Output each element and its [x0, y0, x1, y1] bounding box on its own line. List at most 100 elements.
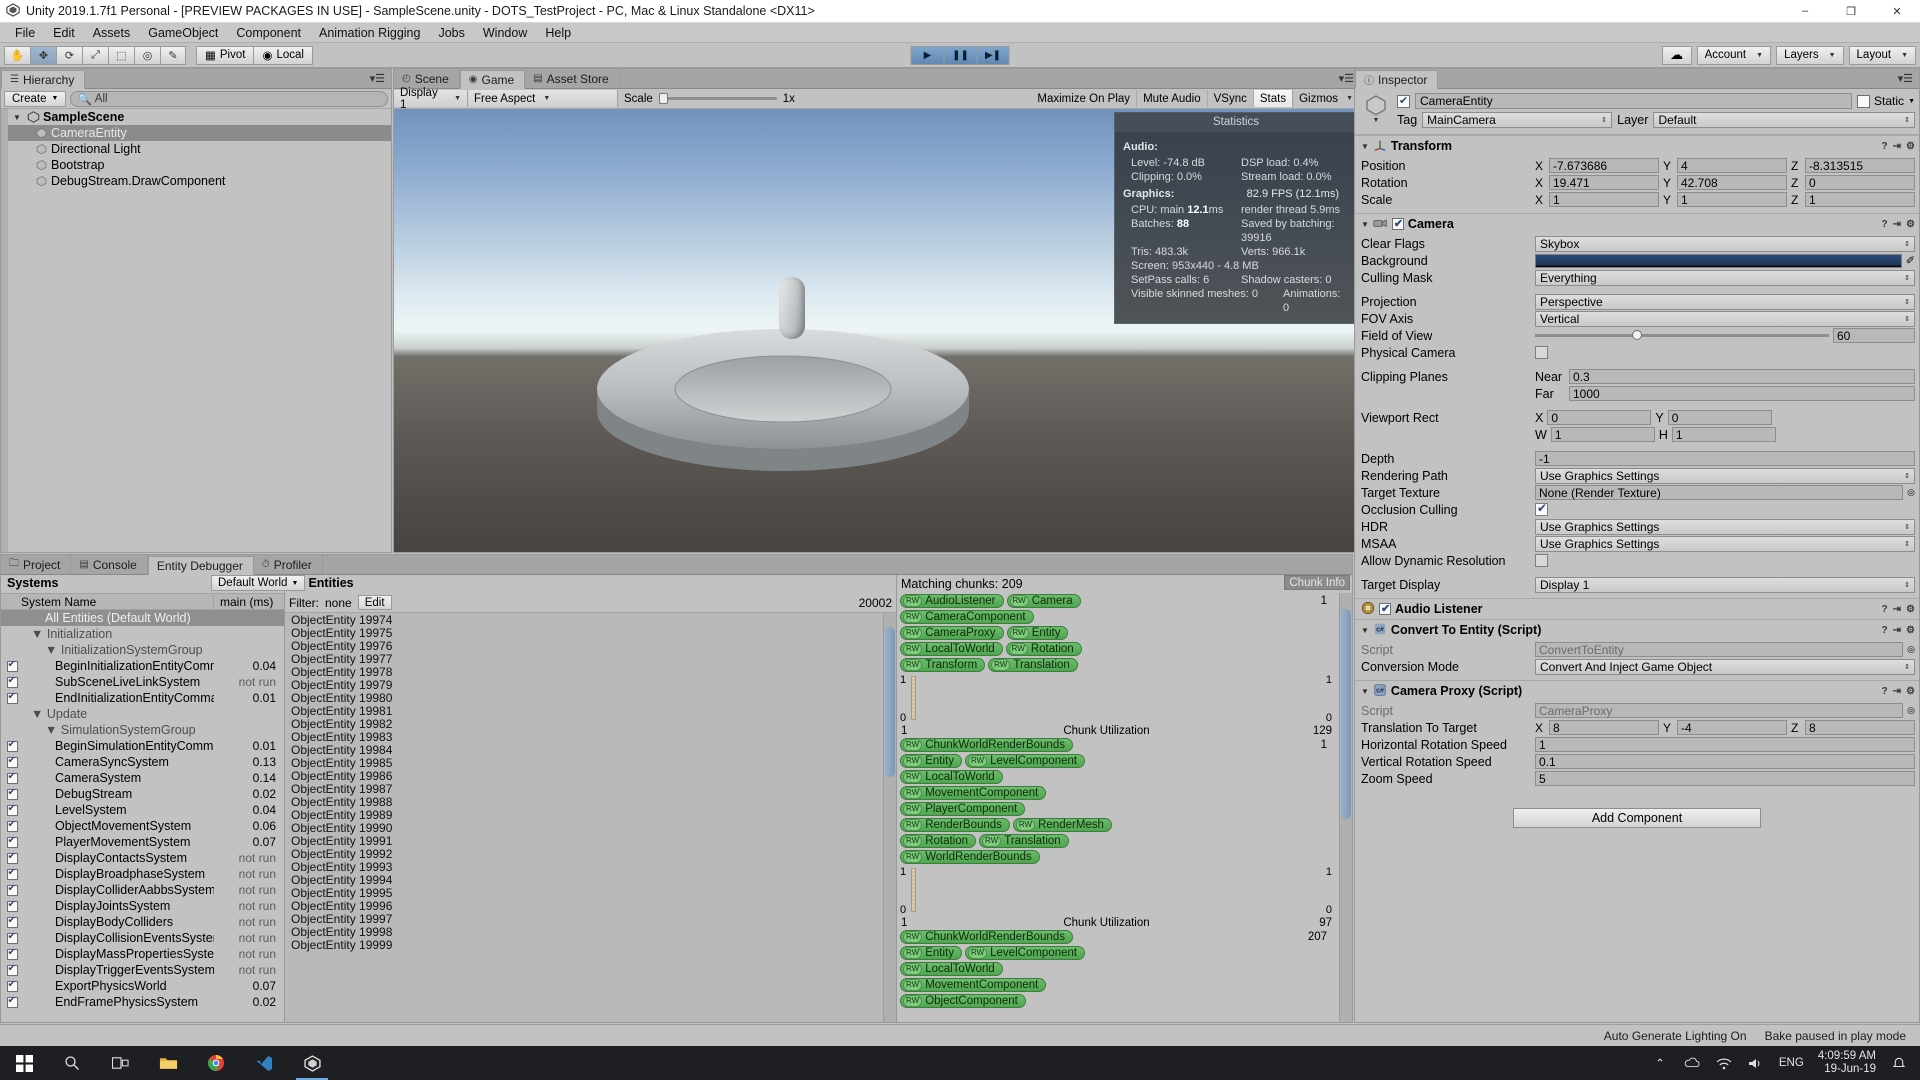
notification-icon[interactable] — [1890, 1054, 1908, 1072]
tab-entity-debugger[interactable]: Entity Debugger — [147, 556, 254, 575]
scale-z-field[interactable]: 1 — [1805, 192, 1915, 207]
system-row[interactable]: DebugStream 0.02 — [1, 786, 284, 802]
entity-row[interactable]: ObjectEntity 19997 — [285, 912, 896, 926]
stats-toggle[interactable]: Stats — [1253, 90, 1294, 107]
system-enabled-checkbox[interactable] — [1, 803, 23, 816]
chevron-down-icon[interactable]: ▼ — [1361, 220, 1369, 229]
component-header[interactable]: ▼ c# Camera Proxy (Script) ? ⇥ ⚙ — [1355, 681, 1919, 701]
static-toggle[interactable]: Static ▼ — [1857, 94, 1915, 108]
component-header[interactable]: ▼ Transform ? ⇥ ⚙ — [1355, 136, 1919, 156]
eyedropper-icon[interactable]: ✐ — [1906, 254, 1915, 267]
field-of-view-slider[interactable] — [1535, 330, 1829, 340]
entity-row[interactable]: ObjectEntity 19985 — [285, 756, 896, 770]
layer-dropdown[interactable]: Default ⇕ — [1653, 112, 1915, 128]
entity-row[interactable]: ObjectEntity 19978 — [285, 665, 896, 679]
clipping-near-field[interactable]: 0.3 — [1569, 369, 1915, 384]
pause-button[interactable]: ❚❚ — [943, 45, 977, 65]
system-row[interactable]: DisplayContactsSystem not run — [1, 850, 284, 866]
archetype-block[interactable]: RW AudioListener RW Camera 1 RW CameraCompo… — [897, 593, 1352, 737]
edit-filter-button[interactable]: Edit — [357, 595, 392, 610]
chevron-down-icon[interactable]: ▼ — [1908, 98, 1915, 105]
step-button[interactable]: ▶❚ — [976, 45, 1010, 65]
system-enabled-checkbox[interactable] — [1, 995, 23, 1008]
custom-tool-icon[interactable]: ✎ — [160, 45, 186, 65]
entity-row[interactable]: ObjectEntity 19976 — [285, 639, 896, 653]
menu-help[interactable]: Help — [536, 23, 580, 43]
chunk-info-button[interactable]: Chunk Info — [1284, 575, 1350, 590]
minimize-button[interactable]: – — [1782, 0, 1828, 23]
system-enabled-checkbox[interactable] — [1, 739, 23, 752]
chunk-list-scrollbar[interactable] — [1339, 593, 1352, 1022]
archetype-block[interactable]: RW ChunkWorldRenderBounds 1 RW Entity RW Le… — [897, 737, 1352, 929]
system-enabled-checkbox[interactable] — [1, 979, 23, 992]
conversion-mode-dropdown[interactable]: Convert And Inject Game Object ⇕ — [1535, 658, 1915, 675]
entity-row[interactable]: ObjectEntity 19980 — [285, 691, 896, 705]
scale-slider[interactable] — [658, 93, 777, 104]
system-enabled-checkbox[interactable] — [1, 771, 23, 784]
rotation-z-field[interactable]: 0 — [1805, 175, 1915, 190]
field-of-view-slider-knob[interactable] — [1632, 330, 1643, 340]
component-header[interactable]: ▼ Camera ? ⇥ ⚙ — [1355, 214, 1919, 234]
system-enabled-checkbox[interactable] — [1, 915, 23, 928]
system-enabled-checkbox[interactable] — [1, 883, 23, 896]
entity-row[interactable]: ObjectEntity 19988 — [285, 795, 896, 809]
entity-rows-container[interactable]: ObjectEntity 19974 ObjectEntity 19975 Ob… — [285, 613, 896, 1022]
system-enabled-checkbox[interactable] — [1, 787, 23, 800]
fov-axis-dropdown[interactable]: Vertical ⇕ — [1535, 310, 1915, 327]
help-icon[interactable]: ? — [1882, 604, 1888, 615]
taskbar-explorer-icon[interactable] — [144, 1046, 192, 1080]
entity-row[interactable]: ObjectEntity 19990 — [285, 821, 896, 835]
system-row[interactable]: SubSceneLiveLinkSystem not run — [1, 674, 284, 690]
add-component-button[interactable]: Add Component — [1513, 808, 1761, 828]
preset-icon[interactable]: ⇥ — [1893, 625, 1901, 636]
hierarchy-item-bootstrap[interactable]: Bootstrap — [1, 157, 391, 173]
hierarchy-search-input[interactable]: 🔍 All — [70, 90, 388, 107]
world-selector-dropdown[interactable]: Default World ▼ — [211, 575, 306, 591]
system-row[interactable]: EndInitializationEntityCommandBu 0.01 — [1, 690, 284, 706]
layout-dropdown[interactable]: Layout ▼ — [1848, 45, 1916, 65]
hdr-dropdown[interactable]: Use Graphics Settings ⇕ — [1535, 518, 1915, 535]
task-view-icon[interactable] — [96, 1046, 144, 1080]
taskbar-vscode-icon[interactable] — [240, 1046, 288, 1080]
system-group-update[interactable]: ▼ Update — [1, 706, 284, 722]
chunk-list-scroll-thumb[interactable] — [1340, 609, 1351, 819]
entity-list-scroll-thumb[interactable] — [884, 627, 895, 777]
chevron-down-icon[interactable]: ▼ — [1361, 626, 1369, 635]
scale-tool-icon[interactable]: ⤢ — [82, 45, 108, 65]
translation-z-field[interactable]: 8 — [1805, 720, 1915, 735]
archetype-block[interactable]: RW ChunkWorldRenderBounds 207 RW Entity RW… — [897, 929, 1352, 1009]
system-enabled-checkbox[interactable] — [1, 835, 23, 848]
viewport-x-field[interactable]: 0 — [1547, 410, 1652, 425]
rendering-path-dropdown[interactable]: Use Graphics Settings ⇕ — [1535, 467, 1915, 484]
gizmos-dropdown[interactable]: Gizmos ▼ — [1293, 90, 1360, 107]
entity-row[interactable]: ObjectEntity 19995 — [285, 886, 896, 900]
entity-row[interactable]: ObjectEntity 19998 — [285, 925, 896, 939]
tab-profiler[interactable]: ⏱ Profiler — [253, 555, 323, 574]
maximize-button[interactable]: ❐ — [1828, 0, 1874, 23]
system-row[interactable]: LevelSystem 0.04 — [1, 802, 284, 818]
system-row[interactable]: PlayerMovementSystem 0.07 — [1, 834, 284, 850]
menu-edit[interactable]: Edit — [44, 23, 84, 43]
menu-window[interactable]: Window — [474, 23, 536, 43]
preset-icon[interactable]: ⇥ — [1893, 604, 1901, 615]
occlusion-culling-checkbox[interactable] — [1535, 501, 1548, 516]
rotation-y-field[interactable]: 42.708 — [1677, 175, 1787, 190]
object-picker-icon[interactable]: ◎ — [1907, 487, 1915, 498]
system-row[interactable]: CameraSystem 0.14 — [1, 770, 284, 786]
play-button[interactable]: ▶ — [910, 45, 944, 65]
viewport-w-field[interactable]: 1 — [1550, 427, 1655, 442]
position-x-field[interactable]: -7.673686 — [1549, 158, 1659, 173]
aspect-dropdown[interactable]: Free Aspect ▼ — [468, 90, 618, 107]
start-button[interactable] — [0, 1046, 48, 1080]
viewport-y-field[interactable]: 0 — [1667, 410, 1772, 425]
transform-tool-icon[interactable]: ◎ — [134, 45, 160, 65]
gear-icon[interactable]: ⚙ — [1906, 686, 1915, 697]
entity-row[interactable]: ObjectEntity 19982 — [285, 717, 896, 731]
maximize-on-play-toggle[interactable]: Maximize On Play — [1031, 90, 1138, 107]
system-group-simulationsystemgroup[interactable]: ▼ SimulationSystemGroup — [1, 722, 284, 738]
tag-dropdown[interactable]: MainCamera ⇕ — [1422, 112, 1613, 128]
system-row[interactable]: DisplayMassPropertiesSystem not run — [1, 946, 284, 962]
gear-icon[interactable]: ⚙ — [1906, 219, 1915, 230]
entity-list-scrollbar[interactable] — [883, 613, 896, 1022]
system-row-all-entities[interactable]: All Entities (Default World) — [1, 610, 284, 626]
